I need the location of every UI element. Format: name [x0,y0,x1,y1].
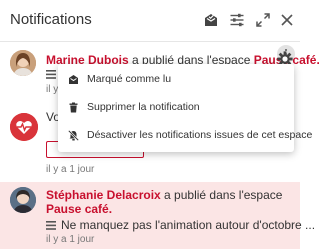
expand-icon[interactable] [255,12,271,28]
notification-text: Stéphanie Delacroix a publié dans l'espa… [46,188,282,202]
menu-item-mark-read[interactable]: Marqué comme lu [58,68,294,92]
notification-context-menu: Marqué comme lu Supprimer la notificatio… [58,64,312,152]
notifications-panel: Notifications Marine Dubois a publié dan… [0,0,320,249]
user-avatar [10,50,36,76]
trash-icon [68,102,79,113]
space-link[interactable]: Pause café. [46,202,112,216]
author-link[interactable]: Stéphanie Delacroix [46,188,161,202]
settings-sliders-icon[interactable] [229,12,245,28]
action-text: a publié dans l'espace [160,188,283,202]
menu-item-label: Marqué comme lu [87,73,172,85]
excerpt-line: Ne manquez pas l'animation autour d'octo… [46,218,315,232]
text-lines-icon [46,221,56,230]
text-lines-icon [46,70,56,79]
space-line: Pause café. [46,202,112,216]
menu-item-label: Supprimer la notification [87,101,200,113]
mark-read-icon [68,74,79,85]
close-icon[interactable] [279,12,295,28]
menu-item-mute-space[interactable]: Désactiver les notifications issues de c… [58,124,312,148]
menu-item-delete[interactable]: Supprimer la notification [58,96,294,120]
panel-title: Notifications [10,11,92,28]
notification-item-unread[interactable]: Stéphanie Delacroix a publié dans l'espa… [0,182,315,249]
bell-slash-icon [68,130,79,141]
mark-all-read-icon[interactable] [203,12,219,28]
heart-pulse-icon [10,113,38,141]
timestamp: il y a 1 jour [46,164,95,175]
excerpt-text: Ne manquez pas l'animation autour d'octo… [61,218,316,232]
user-avatar [10,187,36,213]
panel-header: Notifications [0,0,300,42]
menu-item-label: Désactiver les notifications issues de c… [87,129,313,141]
timestamp: il y a 1 jour [46,234,95,245]
